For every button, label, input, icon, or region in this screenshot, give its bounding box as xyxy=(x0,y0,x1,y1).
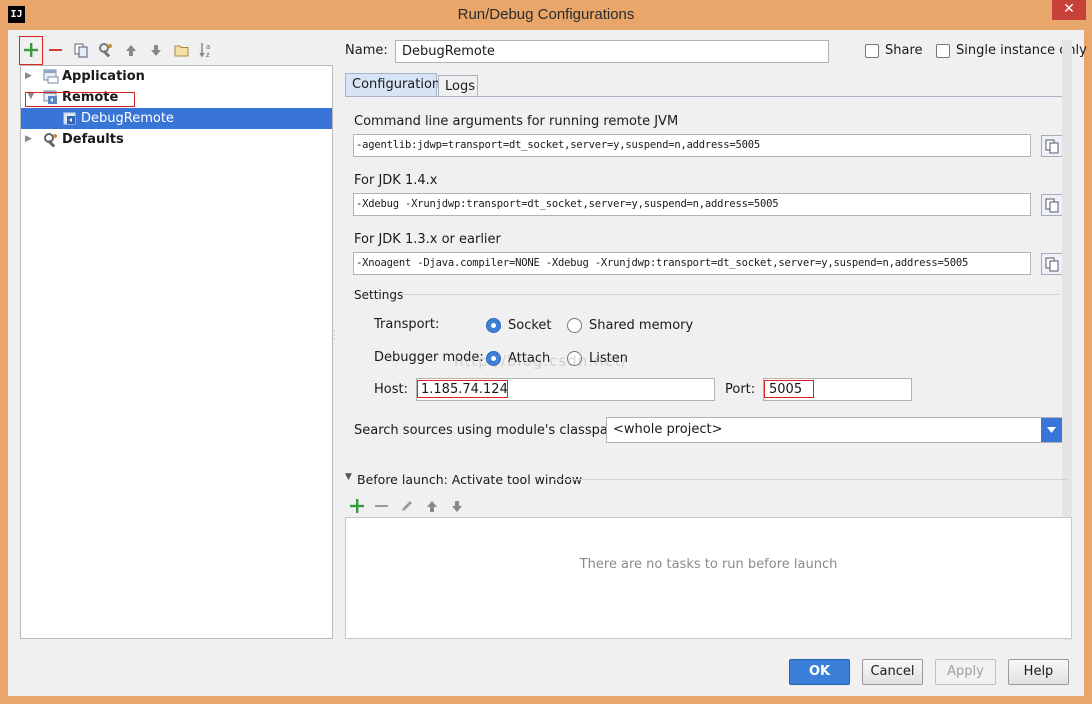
window-title: Run/Debug Configurations xyxy=(457,6,635,23)
move-down-icon[interactable] xyxy=(447,496,467,516)
transport-socket-radio[interactable] xyxy=(486,318,501,333)
share-label: Share xyxy=(885,43,923,58)
transport-shared-memory-radio[interactable] xyxy=(567,318,582,333)
classpath-select-value: <whole project> xyxy=(613,422,723,437)
splitter-handle[interactable]: · · · xyxy=(333,328,337,344)
classpath-select[interactable]: <whole project> xyxy=(606,417,1063,443)
transport-label: Transport: xyxy=(374,317,440,332)
svg-text:a: a xyxy=(206,43,210,51)
jdk14-field[interactable]: -Xdebug -Xrunjdwp:transport=dt_socket,se… xyxy=(353,193,1031,216)
tree-item-label: Defaults xyxy=(62,132,124,147)
before-launch-task-list[interactable]: There are no tasks to run before launch xyxy=(345,517,1072,639)
tab-configuration[interactable]: Configuration xyxy=(345,73,440,97)
move-up-icon[interactable] xyxy=(121,40,141,60)
cmd-args-label: Command line arguments for running remot… xyxy=(354,114,679,129)
config-tree[interactable]: ▶ Application ▶ Remote DebugRemote ▶ Def… xyxy=(20,65,333,639)
config-toolbar: az xyxy=(18,36,318,65)
folder-icon[interactable] xyxy=(171,40,191,60)
tab-logs[interactable]: Logs xyxy=(438,75,478,97)
remove-icon[interactable] xyxy=(46,40,66,60)
before-launch-separator xyxy=(554,479,1068,480)
apply-button[interactable]: Apply xyxy=(935,659,996,685)
remove-icon[interactable] xyxy=(372,496,392,516)
host-label: Host: xyxy=(374,382,408,397)
copy-jdk14-button[interactable] xyxy=(1041,194,1063,216)
transport-shared-memory-label: Shared memory xyxy=(589,318,694,333)
expand-arrow-icon[interactable]: ▶ xyxy=(25,129,35,150)
application-config-icon xyxy=(43,69,59,84)
host-highlight-outline xyxy=(417,380,508,398)
port-label: Port: xyxy=(725,382,756,397)
watermark-text: http://blog.csdn.net/ xyxy=(454,352,628,370)
move-down-icon[interactable] xyxy=(146,40,166,60)
remote-debug-icon xyxy=(63,111,79,126)
collapse-triangle-icon[interactable]: ▼ xyxy=(345,472,352,482)
tab-panel-divider xyxy=(345,96,1072,97)
settings-wrench-icon[interactable] xyxy=(96,40,116,60)
svg-text:z: z xyxy=(206,51,210,58)
before-launch-title: Before launch: Activate tool window xyxy=(357,472,583,487)
single-instance-checkbox[interactable] xyxy=(936,44,950,58)
copy-icon xyxy=(1045,257,1059,271)
dialog-window: IJ Run/Debug Configurations ✕ a z ▶ Appl… xyxy=(0,0,1092,704)
settings-separator xyxy=(400,294,1060,295)
sort-az-icon[interactable]: az xyxy=(196,40,216,60)
move-up-icon[interactable] xyxy=(422,496,442,516)
jdk13-label: For JDK 1.3.x or earlier xyxy=(354,232,501,247)
dialog-client-area: az ▶ Application ▶ Remote DebugRemote ▶ … xyxy=(8,30,1087,696)
settings-section-label: Settings xyxy=(354,288,404,302)
help-button[interactable]: Help xyxy=(1008,659,1069,685)
title-bar[interactable]: IJ Run/Debug Configurations ✕ xyxy=(0,0,1092,30)
cancel-button[interactable]: Cancel xyxy=(862,659,923,685)
expand-arrow-icon[interactable]: ▶ xyxy=(25,66,35,87)
copy-cmd-args-button[interactable] xyxy=(1041,135,1063,157)
copy-icon xyxy=(1045,198,1059,212)
tree-item-defaults[interactable]: ▶ Defaults xyxy=(21,129,332,150)
tree-item-debugremote[interactable]: DebugRemote xyxy=(21,108,332,129)
chevron-down-icon[interactable] xyxy=(1041,418,1062,442)
port-highlight-outline xyxy=(764,380,814,398)
ok-button[interactable]: OK xyxy=(789,659,850,685)
remote-highlight-outline xyxy=(25,92,135,107)
name-input[interactable]: DebugRemote xyxy=(395,40,829,63)
add-icon[interactable] xyxy=(347,496,367,516)
copy-icon[interactable] xyxy=(71,40,91,60)
tree-item-application[interactable]: ▶ Application xyxy=(21,66,332,87)
share-checkbox[interactable] xyxy=(865,44,879,58)
tree-item-label: DebugRemote xyxy=(81,111,174,126)
jdk14-label: For JDK 1.4.x xyxy=(354,173,438,188)
name-label: Name: xyxy=(345,43,388,58)
classpath-label: Search sources using module's classpath: xyxy=(354,423,626,438)
add-icon[interactable] xyxy=(21,40,41,60)
before-launch-toolbar xyxy=(345,492,545,516)
empty-tasks-message: There are no tasks to run before launch xyxy=(579,557,838,572)
cmd-args-field[interactable]: -agentlib:jdwp=transport=dt_socket,serve… xyxy=(353,134,1031,157)
copy-jdk13-button[interactable] xyxy=(1041,253,1063,275)
edit-pencil-icon[interactable] xyxy=(397,496,417,516)
defaults-wrench-icon xyxy=(43,132,59,148)
copy-icon xyxy=(1045,139,1059,153)
close-button[interactable]: ✕ xyxy=(1052,0,1086,20)
transport-socket-label: Socket xyxy=(508,318,552,333)
tree-item-label: Application xyxy=(62,69,145,84)
jdk13-field[interactable]: -Xnoagent -Djava.compiler=NONE -Xdebug -… xyxy=(353,252,1031,275)
